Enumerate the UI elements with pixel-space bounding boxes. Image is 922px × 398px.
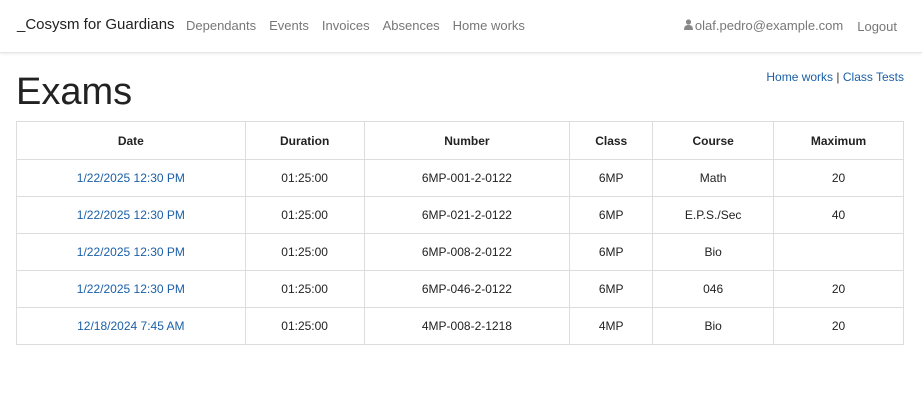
header-class: Class bbox=[569, 121, 654, 160]
table-row: 1/22/2025 12:30 PM 01:25:00 6MP-021-2-01… bbox=[16, 196, 904, 234]
nav-link-dependants[interactable]: Dependants bbox=[186, 18, 256, 33]
nav-links: Dependants Events Invoices Absences Home… bbox=[186, 18, 538, 33]
cell-date: 1/22/2025 12:30 PM bbox=[16, 196, 246, 234]
cell-number: 6MP-021-2-0122 bbox=[363, 196, 571, 234]
table-row: 1/22/2025 12:30 PM 01:25:00 6MP-001-2-01… bbox=[16, 159, 904, 197]
cell-class: 6MP bbox=[569, 233, 654, 271]
cell-number: 6MP-001-2-0122 bbox=[363, 159, 571, 197]
brand-link[interactable]: _Cosysm for Guardians bbox=[17, 16, 175, 33]
cell-maximum: 20 bbox=[773, 159, 904, 197]
cell-class: 6MP bbox=[569, 196, 654, 234]
cell-date: 1/22/2025 12:30 PM bbox=[16, 270, 246, 308]
page-title: Exams bbox=[16, 71, 133, 113]
header-number: Number bbox=[363, 121, 571, 160]
table-row: 1/22/2025 12:30 PM 01:25:00 6MP-046-2-01… bbox=[16, 270, 904, 308]
cell-course: E.P.S./Sec bbox=[652, 196, 775, 234]
cell-class: 6MP bbox=[569, 159, 654, 197]
cell-duration: 01:25:00 bbox=[244, 196, 365, 234]
cell-duration: 01:25:00 bbox=[244, 307, 365, 345]
cell-class: 6MP bbox=[569, 270, 654, 308]
nav-link-home-works[interactable]: Home works bbox=[453, 18, 525, 33]
exam-date-link[interactable]: 12/18/2024 7:45 AM bbox=[77, 319, 184, 333]
exams-table-header: Date Duration Number Class Course Maximu… bbox=[16, 121, 904, 160]
logout-link[interactable]: Logout bbox=[857, 19, 897, 34]
table-row: 1/22/2025 12:30 PM 01:25:00 6MP-008-2-01… bbox=[16, 233, 904, 271]
cell-maximum bbox=[773, 233, 904, 271]
cell-course: Bio bbox=[652, 233, 775, 271]
cell-duration: 01:25:00 bbox=[244, 233, 365, 271]
exams-table-body: 1/22/2025 12:30 PM 01:25:00 6MP-001-2-01… bbox=[16, 159, 904, 345]
cell-duration: 01:25:00 bbox=[244, 270, 365, 308]
cell-number: 6MP-046-2-0122 bbox=[363, 270, 571, 308]
user-area: olaf.pedro@example.com Logout bbox=[683, 17, 897, 34]
cell-course: 046 bbox=[652, 270, 775, 308]
header-date: Date bbox=[16, 121, 246, 160]
cell-maximum: 20 bbox=[773, 307, 904, 345]
header-row: Date Duration Number Class Course Maximu… bbox=[16, 121, 904, 160]
cell-maximum: 40 bbox=[773, 196, 904, 234]
cell-number: 4MP-008-2-1218 bbox=[363, 307, 571, 345]
side-links-separator: | bbox=[833, 70, 843, 84]
nav-link-invoices[interactable]: Invoices bbox=[322, 18, 370, 33]
header-duration: Duration bbox=[244, 121, 365, 160]
user-icon bbox=[683, 19, 693, 30]
exam-date-link[interactable]: 1/22/2025 12:30 PM bbox=[77, 282, 185, 296]
top-navbar: _Cosysm for Guardians Dependants Events … bbox=[0, 0, 922, 53]
exams-table: Date Duration Number Class Course Maximu… bbox=[16, 121, 904, 345]
cell-date: 12/18/2024 7:45 AM bbox=[16, 307, 246, 345]
table-row: 12/18/2024 7:45 AM 01:25:00 4MP-008-2-12… bbox=[16, 307, 904, 345]
class-tests-link[interactable]: Class Tests bbox=[843, 70, 904, 84]
nav-link-absences[interactable]: Absences bbox=[383, 18, 440, 33]
cell-duration: 01:25:00 bbox=[244, 159, 365, 197]
header-maximum: Maximum bbox=[773, 121, 904, 160]
cell-date: 1/22/2025 12:30 PM bbox=[16, 159, 246, 197]
user-account-link[interactable]: olaf.pedro@example.com bbox=[683, 18, 844, 33]
exam-date-link[interactable]: 1/22/2025 12:30 PM bbox=[77, 245, 185, 259]
home-works-link[interactable]: Home works bbox=[766, 70, 833, 84]
cell-date: 1/22/2025 12:30 PM bbox=[16, 233, 246, 271]
exam-date-link[interactable]: 1/22/2025 12:30 PM bbox=[77, 208, 185, 222]
cell-number: 6MP-008-2-0122 bbox=[363, 233, 571, 271]
cell-maximum: 20 bbox=[773, 270, 904, 308]
cell-class: 4MP bbox=[569, 307, 654, 345]
side-links: Home works | Class Tests bbox=[766, 70, 904, 84]
nav-link-events[interactable]: Events bbox=[269, 18, 309, 33]
user-email: olaf.pedro@example.com bbox=[694, 18, 844, 33]
cell-course: Bio bbox=[652, 307, 775, 345]
exam-date-link[interactable]: 1/22/2025 12:30 PM bbox=[77, 171, 185, 185]
header-course: Course bbox=[652, 121, 775, 160]
cell-course: Math bbox=[652, 159, 775, 197]
